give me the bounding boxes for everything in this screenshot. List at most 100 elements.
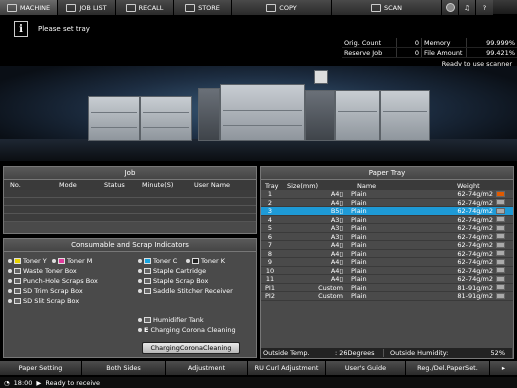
col-user-name: User Name bbox=[194, 181, 231, 189]
staple-icon bbox=[144, 267, 151, 274]
message-area: i Please set tray bbox=[2, 17, 342, 41]
sd-trim-scrap-indicator: SD Trim Scrap Box bbox=[8, 286, 138, 295]
finisher-unit bbox=[335, 90, 380, 141]
job-row[interactable] bbox=[4, 214, 256, 222]
toner-m-indicator: Toner M bbox=[52, 256, 92, 265]
paper-feed-unit-2 bbox=[140, 96, 192, 141]
tray-size: A4▯ bbox=[330, 198, 343, 207]
outside-humidity-value: 52% bbox=[490, 349, 505, 357]
adjustment-button[interactable]: Adjustment bbox=[166, 361, 248, 375]
humidifier-label: Humidifier Tank bbox=[153, 315, 204, 324]
job-row[interactable] bbox=[4, 190, 256, 198]
tray-paper-name: Plain bbox=[351, 275, 367, 283]
tray-size: A3▯ bbox=[330, 215, 343, 224]
paper-level-icon bbox=[495, 292, 505, 299]
sd-slit-icon bbox=[14, 297, 21, 304]
tray-row[interactable]: 4 A3▯ Plain 62-74g/m2 bbox=[261, 215, 513, 224]
paper-setting-button[interactable]: Paper Setting bbox=[0, 361, 82, 375]
relay-unit bbox=[198, 88, 220, 141]
sd-trim-icon bbox=[14, 287, 21, 294]
tray-paper-name: Plain bbox=[351, 241, 367, 249]
tab-copy[interactable]: COPY bbox=[232, 0, 332, 15]
tray-row[interactable]: 11 A4▯ Plain 62-74g/m2 bbox=[261, 275, 513, 284]
tray-row[interactable]: 5 A3▯ Plain 62-74g/m2 bbox=[261, 224, 513, 233]
receive-icon: ▶ bbox=[36, 378, 42, 387]
store-icon bbox=[185, 3, 196, 12]
punch-hole-scraps-indicator: Punch-Hole Scraps Box bbox=[8, 276, 138, 285]
help-icon: ? bbox=[482, 3, 487, 12]
power-button[interactable] bbox=[442, 0, 459, 15]
paper-tray-title: Paper Tray bbox=[261, 167, 513, 180]
job-row[interactable] bbox=[4, 206, 256, 214]
tray-size: Custom bbox=[318, 283, 343, 292]
paper-level-icon bbox=[495, 233, 505, 240]
ru-curl-adjustment-button[interactable]: RU Curl Adjustment bbox=[248, 361, 326, 375]
col-minute: Minute(S) bbox=[142, 181, 174, 189]
volume-button[interactable]: ♫ bbox=[459, 0, 476, 15]
paper-feed-unit bbox=[88, 96, 140, 141]
tray-row[interactable]: 1 A4▯ Plain 62-74g/m2 bbox=[261, 190, 513, 199]
tray-row[interactable]: 9 A4▯ Plain 62-74g/m2 bbox=[261, 258, 513, 267]
tray-number: 10 bbox=[265, 266, 275, 275]
waste-toner-icon bbox=[14, 267, 21, 274]
reg-del-paper-set-button[interactable]: Reg./Del.PaperSet. bbox=[406, 361, 490, 375]
staple-scrap-icon bbox=[144, 277, 151, 284]
machine-illustration[interactable] bbox=[0, 66, 517, 161]
help-button[interactable]: ? bbox=[476, 0, 493, 15]
tray-number: 11 bbox=[265, 275, 275, 283]
tray-list: 1 A4▯ Plain 62-74g/m2 2 A4▯ Plain 62-74g/m2 3 B5▯… bbox=[261, 190, 513, 301]
tray-weight: 62-74g/m2 bbox=[457, 241, 493, 249]
waste-toner-box-indicator: Waste Toner Box bbox=[8, 266, 138, 275]
both-sides-button[interactable]: Both Sides bbox=[82, 361, 166, 375]
humidifier-icon bbox=[144, 316, 151, 323]
col-mode: Mode bbox=[59, 181, 77, 189]
tray-row[interactable]: 7 A4▯ Plain 62-74g/m2 bbox=[261, 241, 513, 250]
tray-paper-name: Plain bbox=[351, 266, 367, 275]
tray-row[interactable]: PI1 Custom Plain 81-91g/m2 bbox=[261, 283, 513, 292]
tray-level bbox=[493, 207, 507, 215]
tab-scan[interactable]: SCAN bbox=[332, 0, 442, 15]
tab-machine[interactable]: MACHINE bbox=[0, 0, 58, 15]
next-page-button[interactable]: ▸ bbox=[490, 361, 517, 375]
tray-column-headers: Tray Size(mm) Name Weight bbox=[261, 180, 513, 190]
tray-number: PI1 bbox=[265, 283, 275, 292]
tray-level bbox=[493, 241, 507, 249]
tray-row[interactable]: 2 A4▯ Plain 62-74g/m2 bbox=[261, 198, 513, 207]
tray-row[interactable]: 3 B5▯ Plain 62-74g/m2 bbox=[261, 207, 513, 216]
tray-weight: 62-74g/m2 bbox=[457, 207, 493, 215]
tray-weight: 62-74g/m2 bbox=[457, 232, 493, 241]
col-name: Name bbox=[357, 182, 377, 190]
tray-number: 9 bbox=[267, 258, 273, 266]
tab-recall[interactable]: RECALL bbox=[116, 0, 174, 15]
tray-row[interactable]: 8 A4▯ Plain 62-74g/m2 bbox=[261, 250, 513, 258]
message-text: Please set tray bbox=[38, 25, 90, 33]
users-guide-button[interactable]: User's Guide bbox=[326, 361, 406, 375]
charging-corona-cleaning-button[interactable]: ChargingCoronaCleaning bbox=[142, 342, 240, 354]
tray-paper-name: Plain bbox=[351, 207, 367, 215]
paper-level-icon bbox=[495, 190, 505, 197]
tray-size: A3▯ bbox=[330, 224, 343, 232]
tray-paper-name: Plain bbox=[351, 283, 367, 292]
paper-level-icon bbox=[495, 284, 505, 291]
tray-row[interactable]: PI2 Custom Plain 81-91g/m2 bbox=[261, 292, 513, 301]
top-tab-bar: MACHINE JOB LIST RECALL STORE COPY SCAN … bbox=[0, 0, 517, 15]
saddle-stitcher-indicator: Saddle Stitcher Receiver bbox=[138, 286, 263, 295]
info-icon: i bbox=[14, 21, 28, 37]
saddle-stitcher-icon bbox=[144, 287, 151, 294]
tray-level bbox=[493, 199, 507, 207]
tray-level bbox=[493, 233, 507, 241]
tray-row[interactable]: 6 A3▯ Plain 62-74g/m2 bbox=[261, 232, 513, 241]
scan-icon bbox=[371, 3, 381, 12]
tray-weight: 81-91g/m2 bbox=[457, 283, 493, 292]
punch-hole-label: Punch-Hole Scraps Box bbox=[23, 276, 98, 285]
tray-row[interactable]: 10 A4▯ Plain 62-74g/m2 bbox=[261, 266, 513, 275]
paper-level-icon bbox=[495, 258, 505, 265]
toner-y-label: Toner Y bbox=[23, 256, 47, 265]
tab-store[interactable]: STORE bbox=[174, 0, 232, 15]
receive-status: Ready to receive bbox=[45, 378, 100, 387]
speaker-icon: ♫ bbox=[464, 3, 470, 12]
job-row[interactable] bbox=[4, 198, 256, 206]
tray-size: A4▯ bbox=[330, 275, 343, 283]
col-weight: Weight bbox=[457, 182, 480, 190]
tab-job-list[interactable]: JOB LIST bbox=[58, 0, 116, 15]
